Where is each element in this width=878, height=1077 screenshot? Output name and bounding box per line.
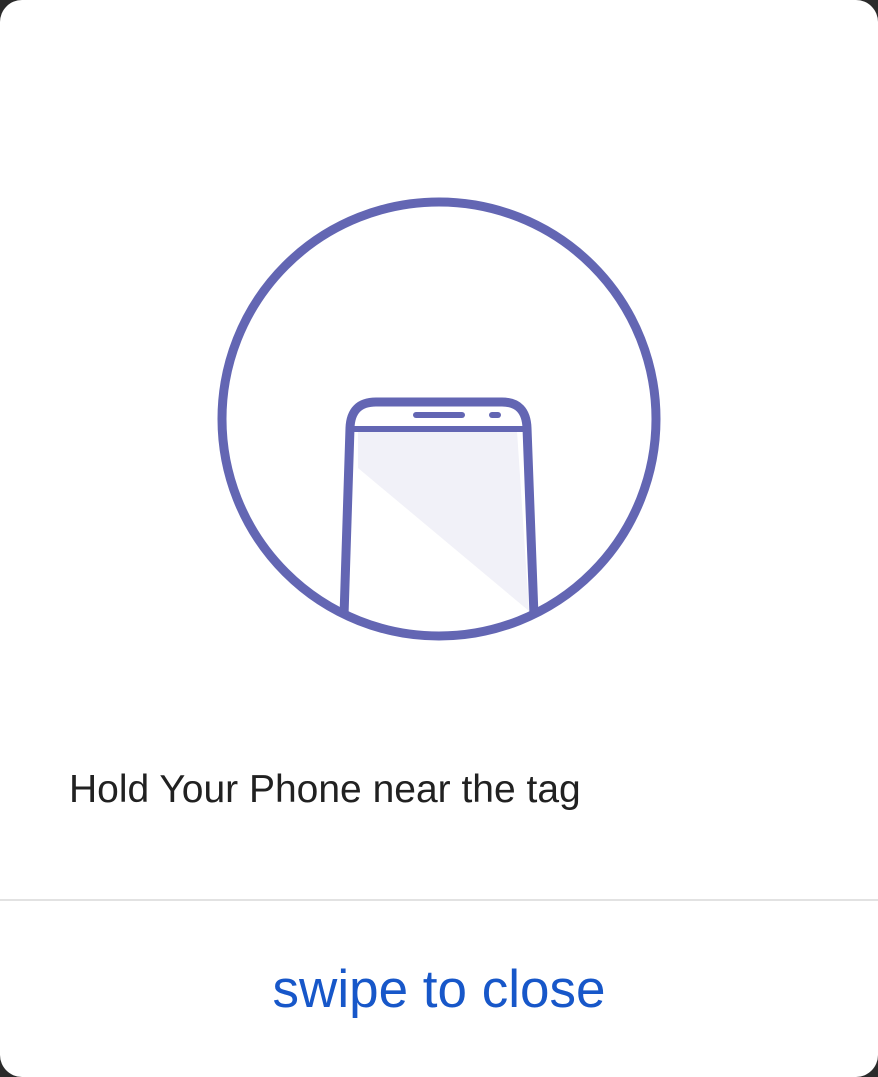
swipe-to-close-label: swipe to close <box>272 959 606 1019</box>
phone-near-tag-illustration <box>216 196 662 642</box>
tag-circle <box>217 197 661 641</box>
nfc-scan-dialog: Hold Your Phone near the tag swipe to cl… <box>0 0 878 1077</box>
phone-near-tag-icon <box>217 197 661 641</box>
swipe-to-close-button[interactable]: swipe to close <box>0 901 878 1077</box>
instruction-text: Hold Your Phone near the tag <box>69 768 581 811</box>
phone-screen-shading <box>358 431 529 611</box>
